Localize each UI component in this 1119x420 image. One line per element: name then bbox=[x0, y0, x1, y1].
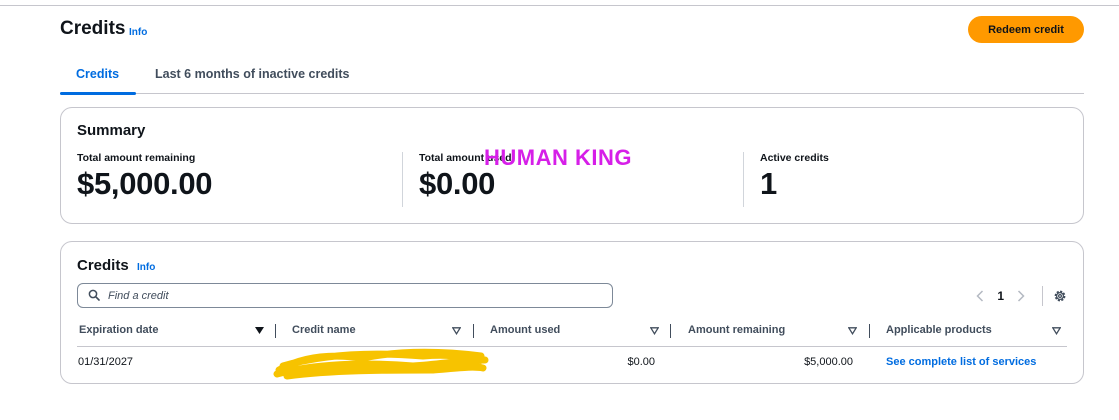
page-title: Credits bbox=[60, 18, 126, 39]
overlay-annotation-text: HUMAN KING bbox=[484, 145, 632, 170]
metric-label: Total amount remaining bbox=[77, 152, 196, 164]
current-page-number[interactable]: 1 bbox=[997, 289, 1004, 303]
column-separator bbox=[473, 324, 474, 338]
credits-info-link[interactable]: Info bbox=[137, 262, 155, 273]
column-header-expiration[interactable]: Expiration date bbox=[79, 324, 158, 336]
summary-title: Summary bbox=[77, 122, 146, 139]
metric-value: 1 bbox=[760, 166, 777, 201]
column-separator bbox=[670, 324, 671, 338]
chevron-left-icon[interactable] bbox=[973, 289, 987, 303]
table-header: Expiration date Credit name Amount used … bbox=[77, 318, 1067, 347]
sort-icon[interactable] bbox=[848, 327, 857, 335]
chevron-right-icon[interactable] bbox=[1014, 289, 1028, 303]
sort-icon[interactable] bbox=[452, 327, 461, 335]
search-box[interactable] bbox=[77, 283, 613, 308]
cell-amount-used: $0.00 bbox=[627, 356, 655, 368]
sort-icon[interactable] bbox=[650, 327, 659, 335]
metric-value: $5,000.00 bbox=[77, 166, 213, 201]
cell-expiration-date: 01/31/2027 bbox=[78, 356, 134, 368]
metric-total-remaining: Total amount remaining $5,000.00 bbox=[77, 152, 213, 208]
column-separator bbox=[275, 324, 276, 338]
page-header: Credits Info Redeem credit bbox=[60, 16, 1084, 46]
metric-active-credits: Active credits 1 bbox=[760, 152, 829, 208]
active-tab-indicator bbox=[60, 92, 136, 95]
column-header-amount-used[interactable]: Amount used bbox=[490, 324, 560, 336]
search-input[interactable] bbox=[108, 287, 598, 304]
metric-divider bbox=[743, 152, 744, 207]
tab-credits[interactable]: Credits bbox=[76, 67, 119, 81]
see-services-link[interactable]: See complete list of services bbox=[886, 356, 1036, 368]
redeem-credit-button[interactable]: Redeem credit bbox=[968, 16, 1084, 43]
metric-label: Active credits bbox=[760, 152, 829, 164]
column-header-credit-name[interactable]: Credit name bbox=[292, 324, 356, 336]
redaction-scribble bbox=[273, 348, 489, 380]
gear-icon[interactable] bbox=[1053, 289, 1067, 303]
tab-inactive-credits[interactable]: Last 6 months of inactive credits bbox=[155, 67, 350, 81]
summary-card: Summary Total amount remaining $5,000.00… bbox=[60, 107, 1084, 224]
pagination: 1 bbox=[973, 285, 1067, 307]
column-header-amount-remaining[interactable]: Amount remaining bbox=[688, 324, 785, 336]
credits-table-card: Credits Info 1 Expiration date Credit na… bbox=[60, 241, 1084, 384]
column-separator bbox=[869, 324, 870, 338]
table-row: 01/31/2027 $0.00 $5,000.00 See complete … bbox=[77, 348, 1067, 380]
metric-value: $0.00 bbox=[419, 166, 496, 201]
cell-amount-remaining: $5,000.00 bbox=[804, 356, 853, 368]
column-header-applicable-products[interactable]: Applicable products bbox=[886, 324, 992, 336]
sort-icon[interactable] bbox=[1052, 327, 1061, 335]
pager-divider bbox=[1042, 286, 1043, 306]
sort-descending-icon[interactable] bbox=[255, 327, 264, 335]
top-divider bbox=[0, 5, 1119, 6]
metric-divider bbox=[402, 152, 403, 207]
title-info-link[interactable]: Info bbox=[129, 27, 147, 38]
tab-bar: Credits Last 6 months of inactive credit… bbox=[60, 60, 1084, 95]
credits-table-title: Credits bbox=[77, 257, 129, 274]
search-icon bbox=[88, 289, 100, 301]
